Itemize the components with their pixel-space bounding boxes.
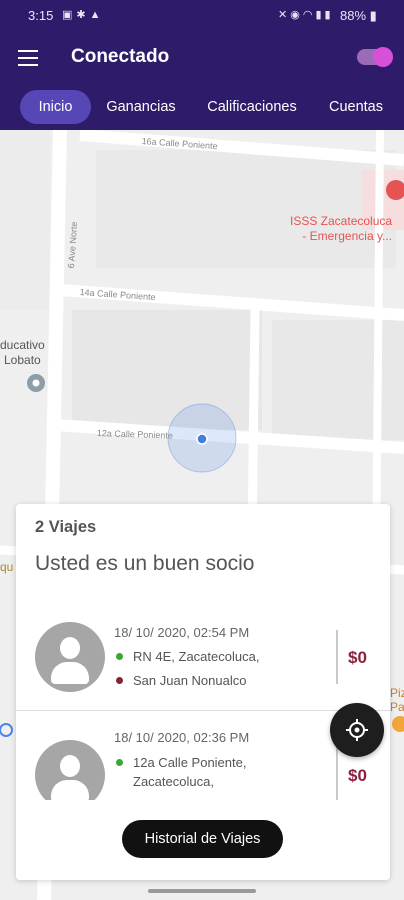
crosshair-icon [346, 719, 368, 741]
trip-origin: RN 4E, Zacatecoluca, [114, 647, 324, 666]
tab-inicio[interactable]: Inicio [20, 90, 91, 124]
online-toggle[interactable] [357, 47, 393, 67]
image-icon: ▣ [62, 9, 77, 21]
hospital-label-line: ISSS Zacatecoluca [290, 214, 393, 228]
status-time: 3:15 [28, 8, 54, 23]
page-title: Conectado [71, 46, 170, 67]
notification-icons: ▣✱▲ [62, 8, 105, 21]
tab-bar: Inicio Ganancias Calificaciones Cuentas [0, 90, 404, 128]
trip-date: 18/ 10/ 2020, 02:36 PM [114, 730, 250, 745]
hospital-label[interactable]: ISSS Zacatecoluca - Emergencia y... [290, 214, 392, 244]
trip-destination: San Juan Nonualco [114, 671, 324, 690]
bug-icon: ✱ [76, 9, 90, 21]
mute-icon: ✕ [278, 9, 291, 21]
school-label-line: Lobato [4, 353, 41, 367]
avatar [35, 622, 105, 692]
poi-label-fragment: qu [0, 560, 14, 574]
destination-dot-icon [116, 677, 123, 684]
divider [16, 710, 390, 711]
price-divider [336, 746, 338, 800]
hospital-label-line: - Emergencia y... [302, 229, 393, 243]
trip-count: 2 Viajes [35, 518, 97, 536]
poi-label-fragment: Piz [390, 686, 404, 700]
school-label-line: ducativo [0, 338, 45, 352]
trip-history-button[interactable]: Historial de Viajes [122, 820, 283, 858]
wifi-icon: ◠ [302, 9, 316, 21]
menu-icon[interactable] [18, 50, 38, 66]
poi-label-fragment: Pa [390, 700, 404, 714]
trips-card: 2 Viajes Usted es un buen socio 18/ 10/ … [16, 504, 390, 880]
battery-icon: ▮ [369, 8, 377, 23]
trip-item[interactable]: 18/ 10/ 2020, 02:54 PM RN 4E, Zacatecolu… [16, 610, 390, 710]
gesture-nav-handle[interactable] [148, 889, 256, 893]
tab-calificaciones[interactable]: Calificaciones [196, 90, 308, 124]
price-divider [336, 630, 338, 684]
origin-dot-icon [116, 653, 123, 660]
location-icon: ◉ [290, 9, 303, 21]
school-label[interactable]: ducativo Lobato [0, 338, 45, 368]
signal-icon: ▮ [315, 9, 325, 21]
tab-cuentas[interactable]: Cuentas [320, 90, 392, 124]
tab-ganancias[interactable]: Ganancias [98, 90, 184, 124]
trip-date: 18/ 10/ 2020, 02:54 PM [114, 625, 250, 640]
system-icons: ✕◉◠▮▮ [278, 8, 334, 21]
battery-indicator: 88% ▮ [340, 8, 377, 23]
toggle-knob [373, 47, 393, 67]
my-location-button[interactable] [330, 703, 384, 757]
warning-icon: ▲ [89, 9, 105, 21]
trip-price: $0 [348, 648, 367, 667]
status-bar: 3:15 ▣✱▲ ✕◉◠▮▮ 88% ▮ [0, 0, 404, 30]
trip-price: $0 [348, 766, 367, 785]
app-bar: Conectado Inicio Ganancias Calificacione… [0, 30, 404, 130]
partner-message: Usted es un buen socio [35, 552, 255, 575]
origin-dot-icon [116, 759, 123, 766]
trip-origin: 12a Calle Poniente, Zacatecoluca, [114, 753, 324, 791]
signal-icon: ▮ [324, 9, 334, 21]
